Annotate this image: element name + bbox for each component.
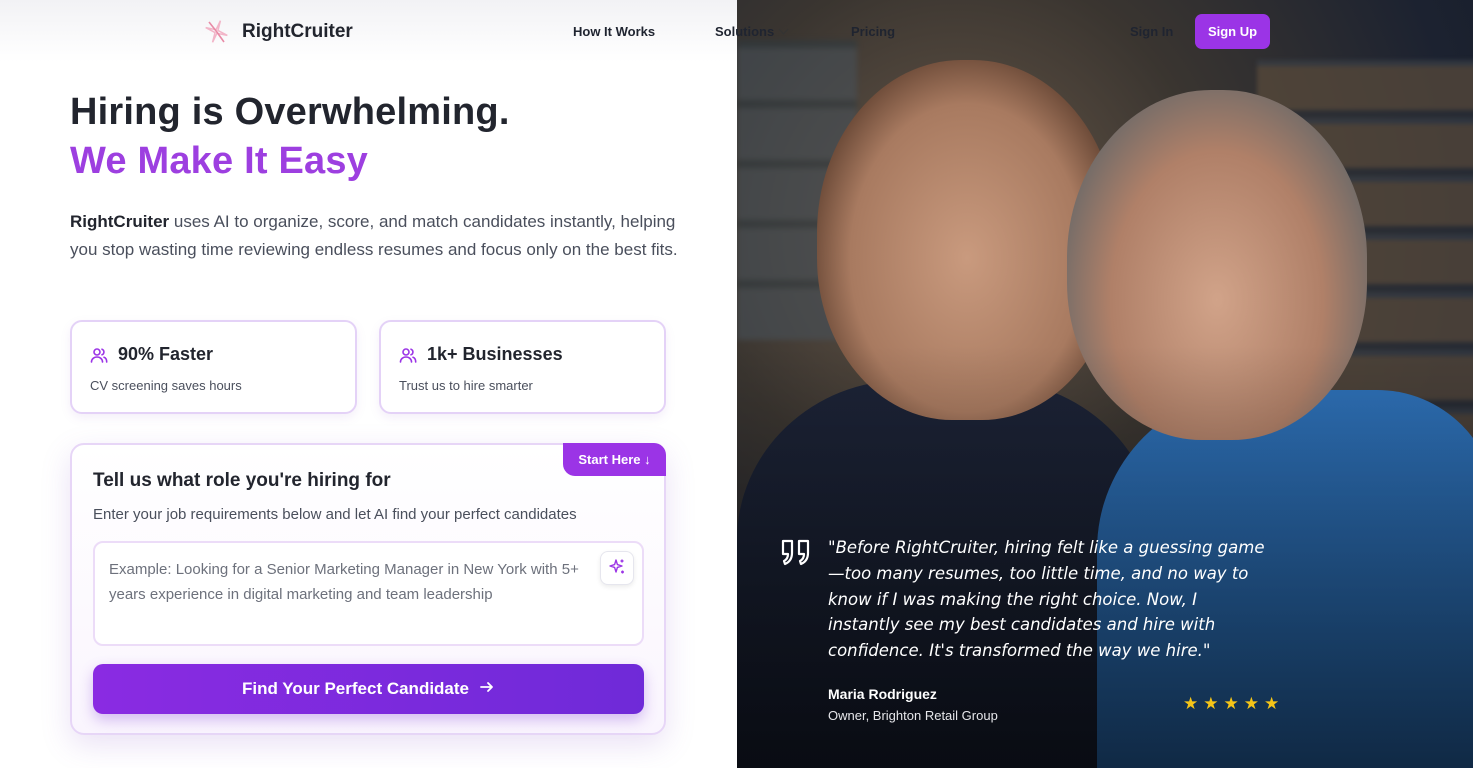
testimonial-quote: "Before RightCruiter, hiring felt like a… — [828, 538, 1265, 661]
hero-description: RightCruiter uses AI to organize, score,… — [70, 208, 680, 264]
star-icon: ★ — [1243, 694, 1259, 713]
nav-pricing[interactable]: Pricing — [851, 24, 895, 39]
logo-text: RightCruiter — [242, 20, 353, 42]
stat-title: 1k+ Businesses — [427, 344, 563, 364]
top-navigation: RightCruiter How It Works Solutions Pric… — [0, 0, 1473, 62]
sign-in-link[interactable]: Sign In — [1130, 24, 1173, 39]
role-form-heading: Tell us what role you're hiring for — [93, 470, 391, 491]
sign-up-button[interactable]: Sign Up — [1195, 14, 1270, 49]
arrow-right-icon — [479, 679, 495, 700]
logo[interactable]: RightCruiter — [203, 18, 353, 45]
star-icon: ★ — [1203, 694, 1219, 713]
star-icon: ★ — [1223, 694, 1239, 713]
hero-description-brand: RightCruiter — [70, 212, 170, 231]
quote-icon — [780, 537, 812, 567]
rating-stars: ★ ★ ★ ★ ★ — [1183, 695, 1279, 712]
stat-card-businesses: 1k+ Businesses Trust us to hire smarter — [379, 320, 666, 414]
users-icon — [90, 346, 108, 364]
users-icon — [399, 346, 417, 364]
ai-sparkle-button[interactable] — [600, 551, 634, 585]
find-candidate-label: Find Your Perfect Candidate — [241, 679, 470, 698]
hero-title-accent: We Make It Easy — [70, 140, 369, 182]
stat-card-speed: 90% Faster CV screening saves hours — [70, 320, 357, 414]
sparkle-icon — [608, 558, 626, 579]
testimonial-author-role: Owner, Brighton Retail Group — [828, 708, 998, 723]
stat-subtitle: CV screening saves hours — [90, 378, 242, 393]
nav-how-it-works[interactable]: How It Works — [573, 24, 655, 39]
role-input-wrapper — [93, 541, 644, 646]
hero-title: Hiring is Overwhelming. — [70, 91, 510, 133]
role-description-input[interactable] — [95, 543, 642, 644]
start-here-badge: Start Here ↓ — [563, 443, 666, 476]
logo-icon — [203, 18, 230, 45]
testimonial-author: Maria Rodriguez — [828, 686, 937, 702]
star-icon: ★ — [1183, 694, 1199, 713]
nav-solutions-label: Solutions — [715, 24, 775, 39]
stat-title: 90% Faster — [118, 344, 214, 364]
role-form-card: Start Here ↓ Tell us what role you're hi… — [70, 443, 666, 735]
find-candidate-button[interactable]: Find Your Perfect Candidate — [93, 664, 644, 714]
star-icon: ★ — [1264, 694, 1280, 713]
chevron-down-icon — [778, 24, 789, 35]
stat-subtitle: Trust us to hire smarter — [399, 378, 533, 393]
nav-solutions[interactable]: Solutions — [715, 24, 789, 39]
role-form-subheading: Enter your job requirements below and le… — [93, 506, 577, 523]
